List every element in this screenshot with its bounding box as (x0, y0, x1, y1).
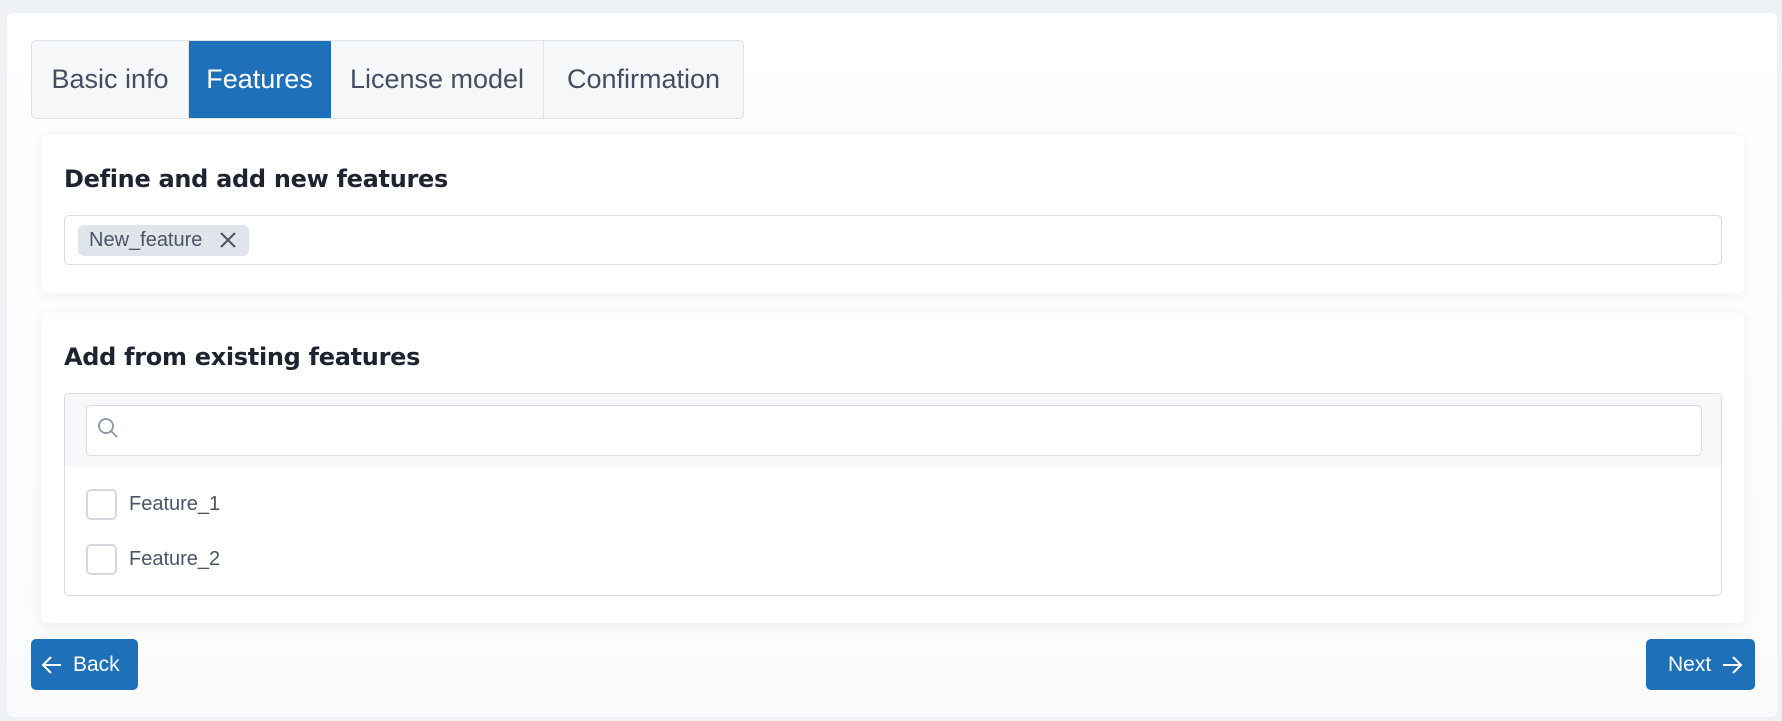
new-features-title: Define and add new features (64, 165, 448, 193)
new-features-input[interactable]: New_feature (64, 215, 1722, 265)
close-icon[interactable] (218, 230, 238, 250)
option-feature-1[interactable]: Feature_1 (86, 489, 220, 520)
arrow-left-icon (41, 654, 63, 676)
checkbox[interactable] (86, 544, 117, 575)
feature-chip-label: New_feature (89, 228, 203, 251)
search-field[interactable] (86, 405, 1702, 456)
tab-confirmation[interactable]: Confirmation (544, 41, 743, 118)
search-input[interactable] (127, 406, 1701, 455)
option-feature-2[interactable]: Feature_2 (86, 544, 220, 575)
existing-features-card: Add from existing features Feature_1 Fea… (41, 313, 1744, 623)
new-features-card: Define and add new features New_feature (41, 135, 1744, 293)
tab-features[interactable]: Features (189, 41, 331, 118)
wizard-tabs: Basic info Features License model Confir… (31, 40, 744, 119)
existing-features-listbox: Feature_1 Feature_2 (64, 393, 1722, 596)
next-button[interactable]: Next (1646, 639, 1755, 690)
back-button[interactable]: Back (31, 639, 138, 690)
feature-chip: New_feature (78, 224, 250, 256)
arrow-right-icon (1721, 654, 1743, 676)
existing-features-title: Add from existing features (64, 343, 421, 371)
option-label: Feature_2 (129, 548, 221, 570)
back-label: Back (73, 652, 120, 676)
listbox-filter (65, 394, 1721, 467)
option-label: Feature_1 (129, 493, 221, 515)
next-label: Next (1668, 652, 1712, 676)
search-icon (97, 417, 119, 444)
tab-basic-info[interactable]: Basic info (32, 41, 189, 118)
checkbox[interactable] (86, 489, 117, 520)
tab-license-model[interactable]: License model (331, 41, 544, 118)
